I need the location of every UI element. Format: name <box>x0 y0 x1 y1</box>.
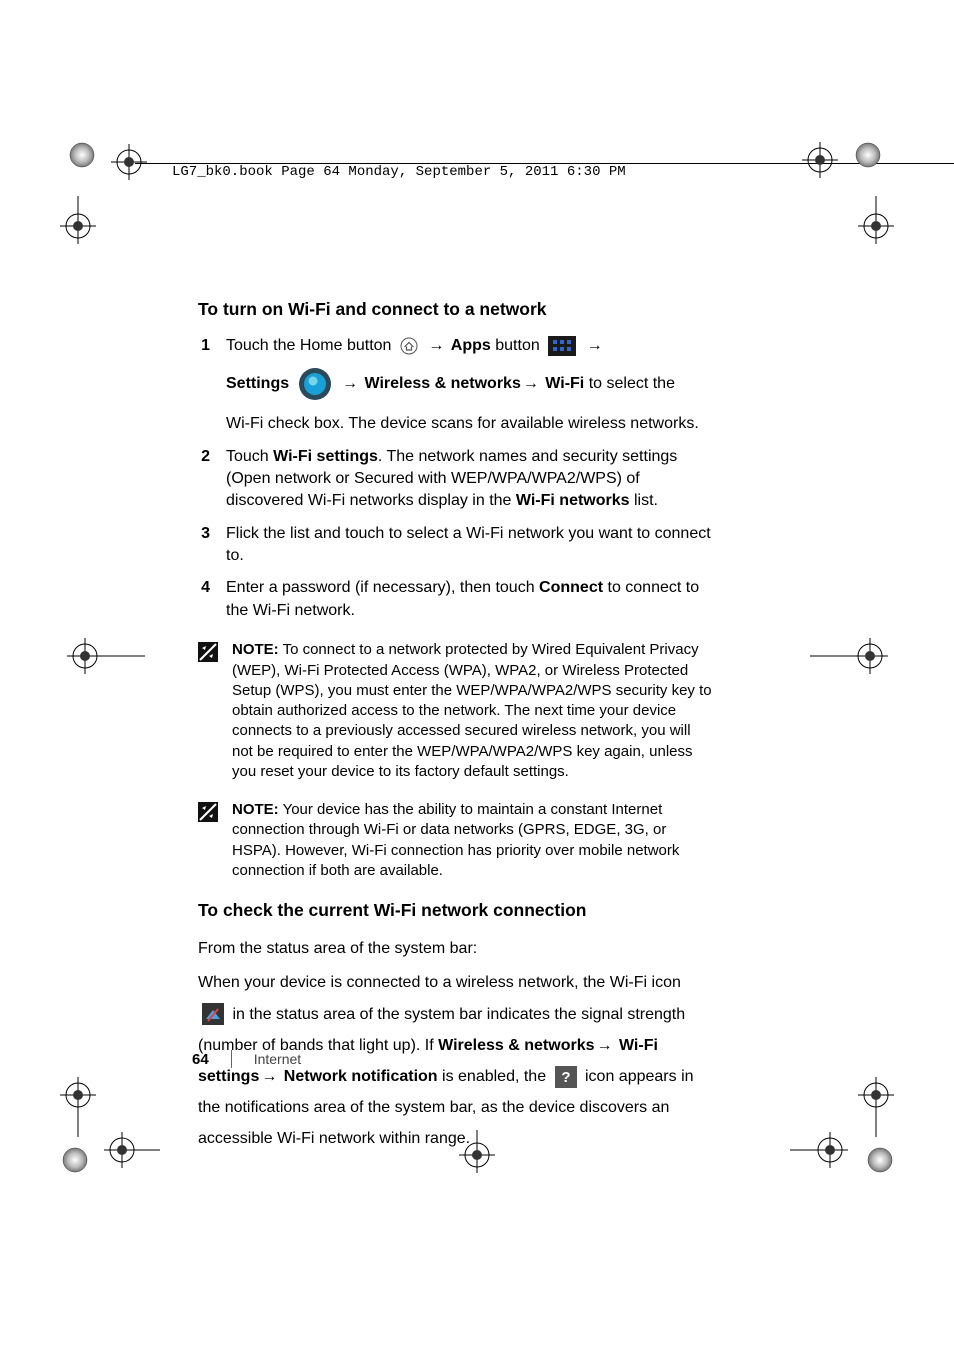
connect-label: Connect <box>539 579 603 596</box>
register-mark-icon <box>810 636 890 676</box>
text: to select the <box>589 375 675 392</box>
register-mark-icon <box>790 1130 900 1180</box>
page-content: To turn on Wi-Fi and connect to a networ… <box>198 298 714 1154</box>
register-mark-icon <box>67 140 157 210</box>
apps-grid-icon <box>548 336 576 356</box>
arrow-icon: → <box>261 1068 281 1085</box>
note-label: NOTE: <box>232 801 279 818</box>
register-mark-icon <box>785 140 885 210</box>
wifi-label: Wi-Fi <box>545 375 584 392</box>
step-body: Enter a password (if necessary), then to… <box>226 577 714 622</box>
text: Touch the Home button <box>226 337 396 354</box>
wifi-settings-label: Wi-Fi settings <box>273 448 378 465</box>
note-label: NOTE: <box>232 641 279 658</box>
step-number: 1 <box>198 335 210 357</box>
note-text: Your device has the ability to maintain … <box>232 801 679 879</box>
wifi-networks-label: Wi-Fi networks <box>516 492 630 509</box>
text: When your device is connected to a wirel… <box>198 974 681 991</box>
network-notification-label: Network notification <box>284 1068 438 1085</box>
step-body: Flick the list and touch to select a Wi-… <box>226 523 714 568</box>
note-body: NOTE: Your device has the ability to mai… <box>232 800 714 881</box>
register-mark-icon <box>65 636 145 676</box>
register-mark-icon <box>846 1075 906 1145</box>
step-number: 2 <box>198 446 210 468</box>
note-icon <box>198 802 218 822</box>
text: Flick the list and touch to select a Wi-… <box>226 523 714 568</box>
note-text: To connect to a network protected by Wir… <box>232 641 712 780</box>
apps-label: Apps <box>451 337 491 354</box>
step-number: 4 <box>198 577 210 599</box>
register-mark-icon <box>846 196 906 266</box>
step-body: Touch Wi-Fi settings. The network names … <box>226 446 714 513</box>
home-icon <box>400 337 418 355</box>
arrow-icon: → <box>523 375 543 392</box>
heading-check-wifi: To check the current Wi-Fi network conne… <box>198 899 714 922</box>
step-1: 1 Touch the Home button → Apps button → <box>198 335 714 436</box>
text: is enabled, the <box>438 1068 551 1085</box>
register-mark-icon <box>60 1130 160 1180</box>
page-footer: 64 Internet <box>192 1050 301 1068</box>
footer-separator <box>231 1050 232 1068</box>
text: Enter a password (if necessary), then to… <box>226 579 539 596</box>
wifi-question-icon: ? <box>555 1066 577 1088</box>
check-section: From the status area of the system bar: … <box>198 936 714 1155</box>
settings-icon <box>298 367 332 401</box>
wireless-networks-label: Wireless & networks <box>438 1037 594 1054</box>
wireless-networks-label: Wireless & networks <box>364 375 520 392</box>
wifi-signal-icon <box>202 1003 224 1025</box>
footer-section-name: Internet <box>254 1051 301 1067</box>
note-icon <box>198 642 218 662</box>
arrow-icon: → <box>428 337 448 354</box>
svg-text:?: ? <box>561 1069 570 1086</box>
text: From the status area of the system bar: <box>198 936 714 962</box>
arrow-icon: → <box>342 375 362 392</box>
arrow-icon: → <box>587 337 603 354</box>
settings-label: Settings <box>226 375 289 392</box>
step-body: Touch the Home button → Apps button → Se… <box>226 335 714 436</box>
text: Wi-Fi check box. The device scans for av… <box>226 413 714 435</box>
step-number: 3 <box>198 523 210 545</box>
arrow-icon: → <box>597 1037 617 1054</box>
note-block: NOTE: Your device has the ability to mai… <box>198 800 714 881</box>
step-2: 2 Touch Wi-Fi settings. The network name… <box>198 446 714 513</box>
step-4: 4 Enter a password (if necessary), then … <box>198 577 714 622</box>
note-block: NOTE: To connect to a network protected … <box>198 640 714 782</box>
text: Touch <box>226 448 273 465</box>
text: list. <box>630 492 658 509</box>
register-mark-icon <box>48 1075 108 1145</box>
note-body: NOTE: To connect to a network protected … <box>232 640 714 782</box>
step-3: 3 Flick the list and touch to select a W… <box>198 523 714 568</box>
heading-turn-on-wifi: To turn on Wi-Fi and connect to a networ… <box>198 298 714 321</box>
page-number: 64 <box>192 1051 209 1068</box>
steps-list: 1 Touch the Home button → Apps button → <box>198 335 714 623</box>
register-mark-icon <box>48 196 108 266</box>
crop-header-text: LG7_bk0.book Page 64 Monday, September 5… <box>172 164 632 180</box>
text: button <box>495 337 544 354</box>
